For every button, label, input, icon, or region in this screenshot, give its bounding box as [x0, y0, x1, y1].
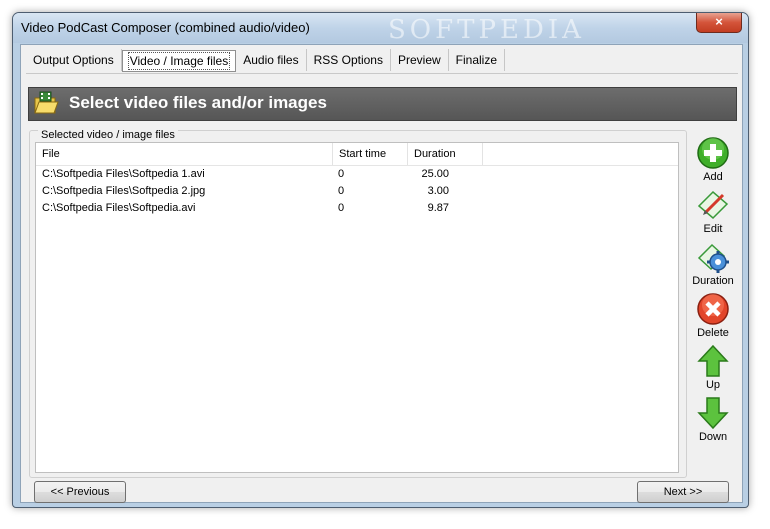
tab-strip: Output Options Video / Image files Audio… [26, 49, 742, 73]
list-header: File Start time Duration [36, 143, 678, 166]
cell-start: 0 [338, 168, 345, 180]
edit-label: Edit [703, 223, 723, 235]
table-row[interactable]: C:\Softpedia Files\Softpedia 2.jpg 0 3.0… [36, 184, 678, 201]
down-label: Down [698, 431, 728, 443]
delete-icon [697, 293, 729, 325]
tab-label: Video / Image files [127, 52, 231, 70]
cell-file: C:\Softpedia Files\Softpedia.avi [42, 202, 196, 214]
tab-output-options[interactable]: Output Options [26, 49, 122, 71]
selected-files-group: Selected video / image files File Start … [29, 129, 687, 478]
tab-label: Finalize [455, 53, 498, 67]
tab-audio-files[interactable]: Audio files [236, 49, 307, 71]
column-file[interactable]: File [36, 143, 333, 165]
app-window: Video PodCast Composer (combined audio/v… [12, 12, 749, 508]
tab-label: Output Options [33, 53, 114, 67]
cell-duration: 25.00 [421, 168, 449, 180]
add-button[interactable]: Add [686, 134, 740, 186]
cell-duration: 9.87 [427, 202, 449, 214]
group-label: Selected video / image files [38, 129, 178, 141]
close-button[interactable]: × [696, 13, 742, 33]
delete-label: Delete [697, 327, 729, 339]
tab-finalize[interactable]: Finalize [449, 49, 506, 71]
tab-rss-options[interactable]: RSS Options [307, 49, 391, 71]
up-button[interactable]: Up [686, 342, 740, 394]
tab-label: Audio files [243, 53, 299, 67]
watermark: SOFTPEDIA [388, 15, 585, 45]
add-label: Add [703, 171, 723, 183]
tab-label: RSS Options [313, 53, 383, 67]
cell-file: C:\Softpedia Files\Softpedia 2.jpg [42, 185, 206, 197]
gear-icon [697, 243, 729, 273]
delete-button[interactable]: Delete [686, 290, 740, 342]
tab-label: Preview [397, 53, 441, 67]
edit-button[interactable]: Edit [686, 186, 740, 238]
cell-file: C:\Softpedia Files\Softpedia 1.avi [42, 168, 205, 180]
cell-start: 0 [338, 202, 345, 214]
cell-duration: 3.00 [427, 185, 449, 197]
tab-video-image-files[interactable]: Video / Image files [121, 50, 237, 72]
table-row[interactable]: C:\Softpedia Files\Softpedia.avi 0 9.87 [36, 201, 678, 218]
column-duration[interactable]: Duration [408, 143, 483, 165]
next-button[interactable]: Next >> [637, 481, 729, 503]
duration-label: Duration [692, 275, 734, 287]
duration-button[interactable]: Duration [686, 238, 740, 290]
client-area: Output Options Video / Image files Audio… [20, 44, 743, 503]
down-button[interactable]: Down [686, 394, 740, 446]
banner-title: Select video files and/or images [69, 93, 327, 112]
tab-preview[interactable]: Preview [391, 49, 449, 71]
table-row[interactable]: C:\Softpedia Files\Softpedia 1.avi 0 25.… [36, 167, 678, 184]
plus-icon [697, 137, 729, 169]
arrow-down-icon [697, 397, 729, 430]
title-bar[interactable]: Video PodCast Composer (combined audio/v… [13, 13, 748, 45]
section-banner: Select video files and/or images [28, 87, 737, 121]
cell-start: 0 [338, 185, 345, 197]
window-title: Video PodCast Composer (combined audio/v… [21, 20, 310, 35]
previous-button[interactable]: << Previous [34, 481, 126, 503]
arrow-up-icon [697, 344, 729, 377]
folder-film-icon [34, 91, 59, 114]
column-start-time[interactable]: Start time [333, 143, 408, 165]
up-label: Up [705, 379, 721, 391]
pencil-icon [697, 190, 729, 220]
file-list[interactable]: File Start time Duration C:\Softpedia Fi… [35, 142, 679, 473]
tab-divider [26, 73, 738, 74]
